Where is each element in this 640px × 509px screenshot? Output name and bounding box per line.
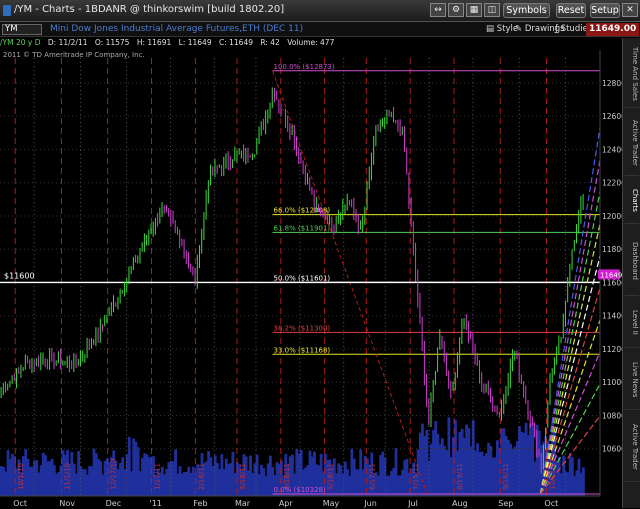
last-price-badge: 11649.00: [586, 23, 640, 36]
app-icon: [3, 5, 11, 16]
side-tab-charts[interactable]: Charts: [625, 178, 639, 224]
price-tick-label: 11200: [602, 345, 622, 354]
ohlc-stats: /YM 20 y D D: 11/2/11 O: 11575 H: 11691 …: [0, 38, 600, 50]
side-tab-strip: Time And Sales Active Trader Charts Dash…: [622, 38, 640, 508]
grid-icon[interactable]: ▦: [466, 3, 482, 17]
month-tick-label: Sep: [498, 499, 513, 508]
fib-level-label: 50.0% ($11601): [274, 274, 331, 282]
month-tick-label: Oct: [13, 499, 27, 508]
vertical-date-label: 3/18/11: [239, 463, 247, 490]
window-title: /YM - Charts - 1BDANR @ thinkorswim [bui…: [14, 4, 285, 15]
fib-level-label: 0.0% ($10328): [274, 486, 326, 494]
side-tab-active-trader-2[interactable]: Active Trader: [625, 412, 639, 482]
setup-button[interactable]: Setup: [590, 3, 620, 18]
price-tick-label: 10600: [602, 445, 622, 454]
last-price-bubble-label: 11649: [600, 271, 622, 279]
side-tab-dashboard[interactable]: Dashboard: [625, 226, 639, 296]
price-tick-label: 12200: [602, 179, 622, 188]
price-tick-label: 12400: [602, 145, 622, 154]
stat-close: C: 11649: [218, 38, 253, 47]
month-tick-label: Feb: [193, 499, 207, 508]
fib-level-label: 38.2% ($11300): [274, 324, 331, 332]
price-tick-label: 12000: [602, 212, 622, 221]
price-axis: 12800 12600 12400 12200 12000 11800 11600 11400…: [598, 50, 622, 509]
vertical-date-label: 7/15/11: [412, 463, 420, 490]
symbol-toolbar: YM Mini Dow Jones Industrial Average Fut…: [0, 22, 640, 37]
vertical-date-label: 6/17/11: [368, 463, 376, 490]
symbol-input[interactable]: YM: [2, 24, 42, 35]
price-tick-label: 11600: [602, 278, 622, 287]
vertical-date-label: 9/16/11: [502, 463, 510, 490]
vertical-date-label: 11/1/10: [63, 463, 71, 490]
stat-low: L: 11649: [178, 38, 212, 47]
price-alert-label: $11600: [4, 271, 35, 280]
vertical-date-label: 10/1/10: [17, 463, 25, 490]
stat-volume: Volume: 477: [287, 38, 335, 47]
price-chart[interactable]: 10/1/10 11/1/10 12/17/10 1/17/11 2/18/11 3/18…: [0, 50, 622, 509]
price-tick-label: 12800: [602, 79, 622, 88]
month-tick-label: Mar: [235, 499, 251, 508]
fib-level-label: 61.8% ($11901): [274, 224, 331, 232]
stat-high: H: 11691: [136, 38, 172, 47]
time-axis-bg: [0, 496, 622, 509]
month-tick-label: Nov: [59, 499, 75, 508]
stat-open: O: 11575: [94, 38, 130, 47]
price-tick-label: 12600: [602, 112, 622, 121]
month-tick-label: May: [323, 499, 340, 508]
month-tick-label: Dec: [106, 499, 121, 508]
side-tab-live-news[interactable]: Live News: [625, 350, 639, 410]
month-tick-label: Aug: [452, 499, 468, 508]
close-icon[interactable]: ✕: [622, 3, 638, 17]
symbol-period[interactable]: /YM 20 y D: [0, 38, 41, 47]
vertical-date-label: 1/17/11: [154, 463, 162, 490]
vertical-date-label: 5/18/11: [327, 463, 335, 490]
stat-date: D: 11/2/11: [47, 38, 88, 47]
vertical-date-label: 12/17/10: [110, 459, 118, 490]
reset-button[interactable]: Reset: [556, 3, 586, 18]
symbol-description: Mini Dow Jones Industrial Average Future…: [50, 24, 304, 34]
side-tab-active-trader[interactable]: Active Trader: [625, 110, 639, 176]
layout-icon[interactable]: ◫: [484, 3, 500, 17]
side-tab-level-ii[interactable]: Level II: [625, 298, 639, 348]
price-tick-label: 11000: [602, 378, 622, 387]
window-titlebar: /YM - Charts - 1BDANR @ thinkorswim [bui…: [0, 0, 640, 22]
side-tab-time-and-sales[interactable]: Time And Sales: [625, 40, 639, 108]
vertical-date-label: 2/18/11: [197, 463, 205, 490]
month-tick-label: Jul: [407, 499, 418, 508]
month-tick-label: Jun: [363, 499, 377, 508]
fib-level-label: 100.0% ($12873): [274, 63, 335, 71]
symbols-button[interactable]: Symbols: [503, 3, 550, 18]
fib-level-label: 66.0% ($12008): [274, 207, 331, 215]
price-tick-label: 11800: [602, 245, 622, 254]
time-axis: Oct Nov Dec '11 Feb Mar Apr May Jun Jul Aug Sep Oct: [0, 495, 622, 509]
stat-range: R: 42: [260, 38, 280, 47]
month-tick-label: Oct: [544, 499, 558, 508]
vertical-date-label: 8/19/11: [456, 463, 464, 490]
price-tick-label: 10800: [602, 411, 622, 420]
link-icon[interactable]: ↔: [430, 3, 446, 17]
price-tick-label: 11400: [602, 312, 622, 321]
fib-level-label: 33.0% ($11168): [274, 346, 331, 354]
settings-icon[interactable]: ⚙: [448, 3, 464, 17]
copyright-notice: 2011 © TD Ameritrade IP Company, Inc.: [3, 51, 145, 59]
month-tick-label: '11: [150, 499, 162, 508]
style-menu[interactable]: ▤ Style: [486, 24, 518, 34]
month-tick-label: Apr: [279, 499, 294, 508]
